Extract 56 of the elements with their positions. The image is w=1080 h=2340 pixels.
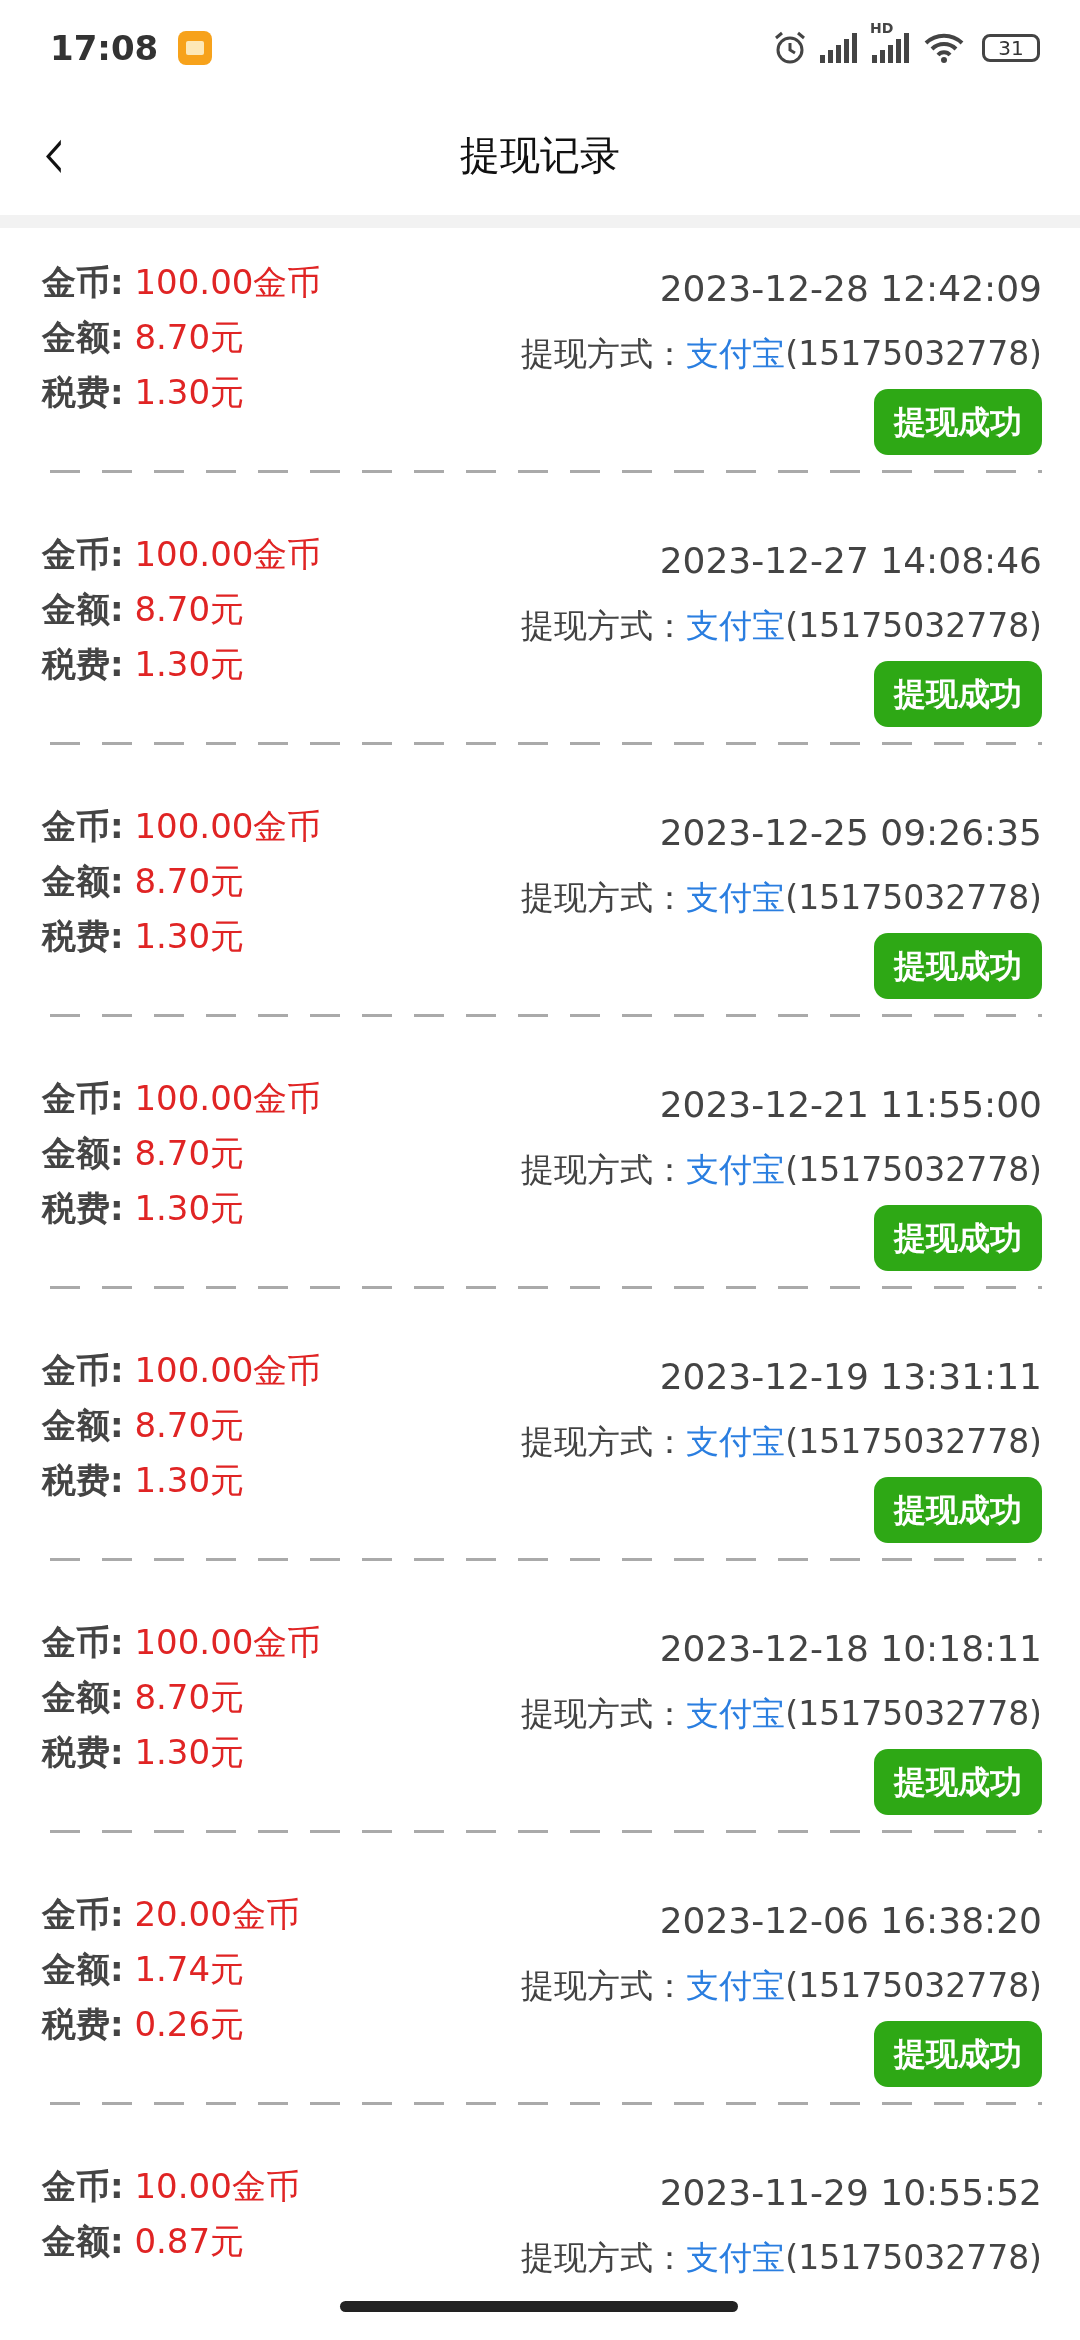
record-time: 2023-12-18 10:18:11 — [659, 1627, 1042, 1671]
battery-icon: 31 — [982, 33, 1040, 62]
tax-text: 税费: 1.30元 — [42, 1731, 246, 1774]
signal-icon — [820, 32, 860, 63]
amount-text: 金额: 8.70元 — [42, 1404, 246, 1447]
tax-text: 税费: 1.30元 — [42, 643, 246, 686]
amount-text: 金额: 1.74元 — [42, 1948, 246, 1991]
status-badge: 提现成功 — [874, 1477, 1042, 1543]
wifi-icon — [924, 31, 964, 64]
status-badge: 提现成功 — [874, 933, 1042, 999]
record-time: 2023-12-25 09:26:35 — [659, 811, 1042, 855]
record-time: 2023-12-19 13:31:11 — [659, 1355, 1042, 1399]
tax-text: 税费: 0.26元 — [42, 2003, 246, 2046]
alarm-icon — [772, 29, 808, 66]
coins-text: 金币: 10.00金币 — [42, 2165, 300, 2208]
withdraw-method: 提现方式：支付宝(15175032778) — [521, 605, 1042, 647]
tax-text: 税费: 1.30元 — [42, 915, 246, 958]
withdraw-method: 提现方式：支付宝(15175032778) — [521, 1421, 1042, 1463]
back-button[interactable]: ‹ — [41, 113, 67, 193]
withdraw-method: 提现方式：支付宝(15175032778) — [521, 1693, 1042, 1735]
amount-text: 金额: 8.70元 — [42, 1132, 246, 1175]
coins-text: 金币: 100.00金币 — [42, 1621, 322, 1664]
status-badge: 提现成功 — [874, 1749, 1042, 1815]
record-time: 2023-11-29 10:55:52 — [659, 2171, 1042, 2215]
record-time: 2023-12-21 11:55:00 — [659, 1083, 1042, 1127]
amount-text: 金额: 8.70元 — [42, 316, 246, 359]
coins-text: 金币: 100.00金币 — [42, 1349, 322, 1392]
amount-text: 金额: 8.70元 — [42, 1676, 246, 1719]
status-time: 17:08 — [50, 27, 159, 68]
coins-text: 金币: 100.00金币 — [42, 533, 322, 576]
record-time: 2023-12-06 16:38:20 — [659, 1899, 1042, 1943]
network-label: HD — [870, 20, 894, 35]
coins-text: 金币: 20.00金币 — [42, 1893, 300, 1936]
record-time: 2023-12-27 14:08:46 — [659, 539, 1042, 583]
tax-text: 税费: 1.30元 — [42, 1459, 246, 1502]
amount-text: 金额: 8.70元 — [42, 588, 246, 631]
withdraw-method: 提现方式：支付宝(15175032778) — [521, 2237, 1042, 2279]
status-badge: 提现成功 — [874, 661, 1042, 727]
tax-text: 税费: 1.30元 — [42, 1187, 246, 1230]
amount-text: 金额: 0.87元 — [42, 2220, 246, 2263]
status-badge: 提现成功 — [874, 1205, 1042, 1271]
coins-text: 金币: 100.00金币 — [42, 261, 322, 304]
status-badge: 提现成功 — [874, 2021, 1042, 2087]
withdraw-method: 提现方式：支付宝(15175032778) — [521, 333, 1042, 375]
withdraw-method: 提现方式：支付宝(15175032778) — [521, 1149, 1042, 1191]
withdraw-method: 提现方式：支付宝(15175032778) — [521, 1965, 1042, 2007]
status-badge: 提现成功 — [874, 389, 1042, 455]
book-app-icon — [178, 30, 213, 65]
signal-icon — [872, 32, 912, 63]
record-time: 2023-12-28 12:42:09 — [659, 267, 1042, 311]
tax-text: 税费: 1.30元 — [42, 371, 246, 414]
withdraw-method: 提现方式：支付宝(15175032778) — [521, 877, 1042, 919]
coins-text: 金币: 100.00金币 — [42, 805, 322, 848]
amount-text: 金额: 8.70元 — [42, 860, 246, 903]
coins-text: 金币: 100.00金币 — [42, 1077, 322, 1120]
page-title: 提现记录 — [460, 130, 620, 180]
